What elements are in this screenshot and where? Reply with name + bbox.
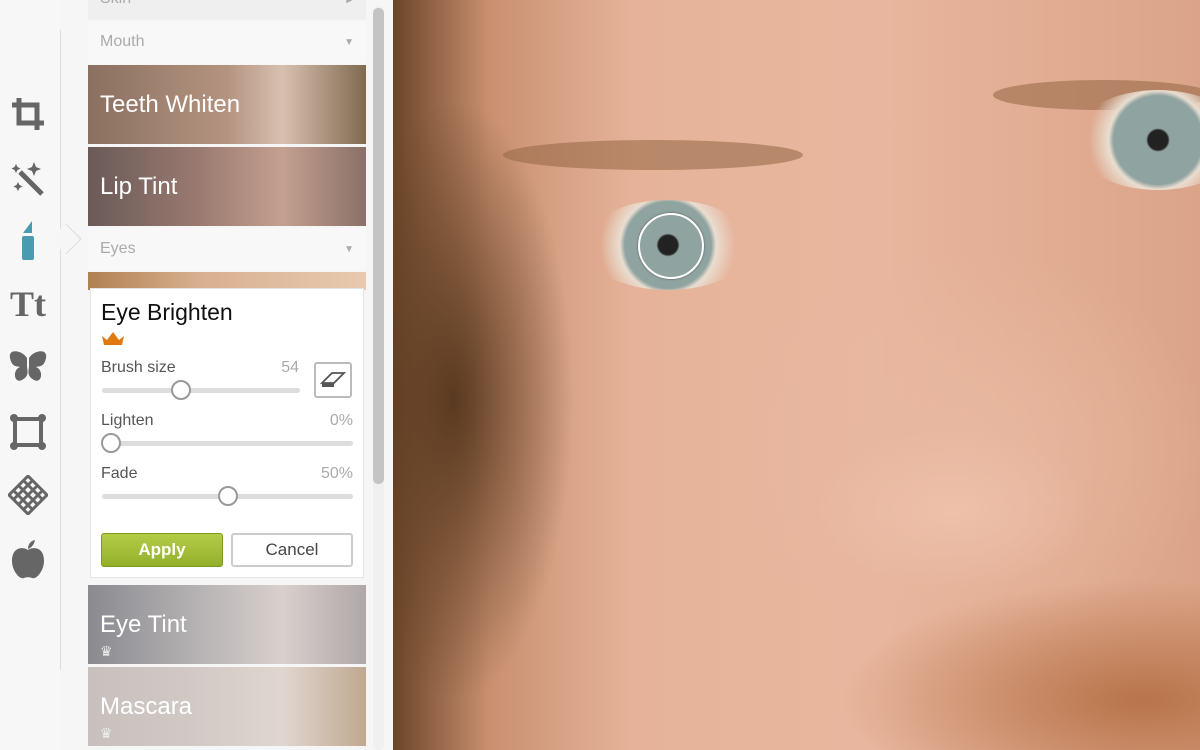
eye-brighten-card: Eye Brighten Brush size 54 Lighten 0% Fa… bbox=[90, 288, 364, 578]
slider-knob[interactable] bbox=[101, 433, 121, 453]
effect-eye-tint[interactable]: Eye Tint ♛ bbox=[88, 585, 366, 664]
crown-icon bbox=[101, 331, 125, 350]
brush-size-label: Brush size bbox=[101, 359, 176, 376]
effect-label: Teeth Whiten bbox=[100, 90, 241, 118]
apple-icon[interactable] bbox=[6, 537, 50, 581]
texture-icon[interactable] bbox=[6, 473, 50, 517]
scrollbar-thumb[interactable] bbox=[373, 8, 384, 484]
fade-value: 50% bbox=[320, 465, 353, 482]
brush-size-slider[interactable] bbox=[102, 380, 300, 400]
section-label: Skin bbox=[100, 0, 131, 8]
frame-icon[interactable] bbox=[6, 410, 50, 454]
slider-knob[interactable] bbox=[171, 380, 192, 400]
section-header-eyes[interactable]: Eyes ▼ bbox=[88, 228, 366, 270]
section-label: Eyes bbox=[100, 240, 136, 257]
sidebar-divider bbox=[60, 30, 61, 670]
crown-icon: ♛ bbox=[100, 643, 113, 659]
chevron-down-icon: ▼ bbox=[344, 36, 354, 48]
lighten-slider[interactable] bbox=[101, 433, 353, 453]
fade-slider[interactable] bbox=[102, 486, 353, 506]
text-icon[interactable]: Tt bbox=[6, 282, 50, 326]
chevron-down-icon: ▼ bbox=[344, 243, 354, 255]
section-header-skin[interactable]: Skin ▶ bbox=[88, 0, 366, 20]
effects-panel: Skin ▶ Mouth ▼ Teeth Whiten Lip Tint Eyes ▼… bbox=[88, 0, 366, 750]
effect-teeth-whiten[interactable]: Teeth Whiten bbox=[88, 65, 366, 144]
effect-mascara[interactable]: Mascara ♛ bbox=[88, 667, 366, 746]
effect-label: Lip Tint bbox=[100, 172, 178, 200]
apply-button[interactable]: Apply bbox=[101, 533, 223, 567]
photo-brow bbox=[503, 140, 803, 170]
section-header-mouth[interactable]: Mouth ▼ bbox=[88, 21, 366, 63]
crop-icon[interactable] bbox=[6, 92, 50, 136]
eraser-icon bbox=[320, 372, 346, 387]
crown-icon: ♛ bbox=[100, 725, 113, 741]
effect-label: Eye Tint bbox=[100, 610, 187, 638]
photo-nose bbox=[813, 430, 1093, 590]
photo-canvas[interactable] bbox=[393, 0, 1200, 750]
effect-title: Eye Brighten bbox=[101, 299, 233, 325]
section-label: Mouth bbox=[100, 33, 145, 50]
brush-size-value: 54 bbox=[281, 359, 299, 376]
eraser-button[interactable] bbox=[314, 362, 352, 398]
cancel-button[interactable]: Cancel bbox=[231, 533, 353, 567]
fade-label: Fade bbox=[101, 465, 138, 482]
magic-wand-icon[interactable] bbox=[6, 156, 50, 200]
lighten-label: Lighten bbox=[101, 412, 154, 429]
lighten-value: 0% bbox=[329, 412, 353, 429]
lipstick-icon[interactable] bbox=[6, 218, 50, 262]
slider-knob[interactable] bbox=[217, 486, 238, 506]
chevron-right-icon: ▶ bbox=[346, 0, 354, 5]
effect-label: Mascara bbox=[100, 692, 193, 720]
effect-lip-tint[interactable]: Lip Tint bbox=[88, 147, 366, 226]
brush-cursor bbox=[638, 213, 704, 279]
panel-scrollbar[interactable] bbox=[373, 6, 384, 750]
butterfly-icon[interactable] bbox=[6, 345, 50, 389]
tool-sidebar: Tt bbox=[0, 0, 60, 750]
